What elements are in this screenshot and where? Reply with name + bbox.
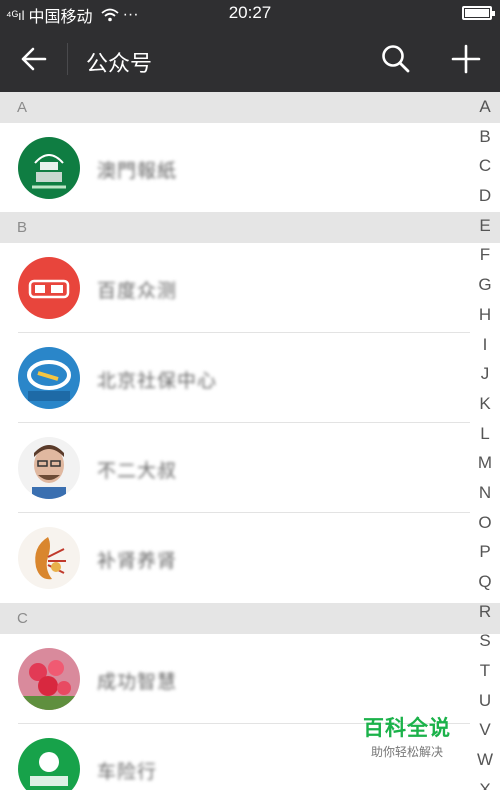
status-bar: ⁴ᴳıl 中国移动 ··· 20:27 [0, 0, 500, 26]
account-name: 不二大叔 [97, 461, 178, 482]
list-item[interactable]: 成功智慧 [0, 634, 500, 724]
account-name: 补肾养肾 [97, 551, 178, 572]
index-letter-d[interactable]: D [470, 181, 500, 211]
arrow-left-icon [21, 47, 47, 71]
watermark-logo: 百科全说 [363, 717, 451, 740]
index-letter-a[interactable]: A [470, 92, 500, 122]
index-letter-x[interactable]: X [470, 775, 500, 790]
list-item[interactable]: 百度众测 [0, 243, 500, 333]
section-header: C [0, 603, 500, 634]
index-letter-n[interactable]: N [470, 478, 500, 508]
avatar [18, 437, 80, 499]
list-item[interactable]: 澳門報紙 [0, 123, 500, 212]
section-b: B 百度众测 北京社保中心 不二大叔 补肾养肾 [0, 212, 500, 603]
index-letter-v[interactable]: V [470, 715, 500, 745]
index-letter-p[interactable]: P [470, 537, 500, 567]
index-letter-j[interactable]: J [470, 359, 500, 389]
account-name: 北京社保中心 [97, 371, 218, 392]
section-a: A 澳門報紙 [0, 92, 500, 212]
index-letter-h[interactable]: H [470, 300, 500, 330]
index-letter-t[interactable]: T [470, 656, 500, 686]
index-letter-c[interactable]: C [470, 151, 500, 181]
list-item[interactable]: 北京社保中心 [0, 333, 500, 423]
back-button[interactable] [14, 39, 54, 79]
official-accounts-list: A 澳門報紙 B 百度众测 北京社保中心 不二大叔 补肾养肾 C 成功智慧 车险… [0, 92, 500, 790]
list-item[interactable]: 不二大叔 [0, 423, 500, 513]
index-letter-g[interactable]: G [470, 270, 500, 300]
index-letter-r[interactable]: R [470, 597, 500, 627]
search-icon [382, 45, 410, 73]
nav-bar: 公众号 [0, 26, 500, 92]
list-item[interactable]: 补肾养肾 [0, 513, 500, 603]
search-button[interactable] [376, 39, 416, 79]
account-name: 成功智慧 [97, 672, 178, 693]
avatar [18, 527, 80, 589]
index-letter-w[interactable]: W [470, 745, 500, 775]
index-letter-f[interactable]: F [470, 240, 500, 270]
avatar [18, 347, 80, 409]
battery-icon [462, 6, 495, 20]
avatar [18, 137, 80, 199]
account-name: 车险行 [97, 762, 158, 783]
status-time: 20:27 [228, 3, 272, 22]
nav-divider [67, 43, 68, 75]
watermark-subtitle: 助你轻松解决 [370, 745, 443, 759]
plus-icon [451, 44, 481, 74]
page-title: 公众号 [86, 51, 153, 76]
index-letter-q[interactable]: Q [470, 567, 500, 597]
avatar [18, 257, 80, 319]
section-header: B [0, 212, 500, 243]
avatar [18, 738, 80, 790]
index-letter-m[interactable]: M [470, 448, 500, 478]
index-letter-k[interactable]: K [470, 389, 500, 419]
index-letter-e[interactable]: E [470, 211, 500, 241]
index-letter-u[interactable]: U [470, 686, 500, 716]
account-name: 澳門報紙 [97, 161, 178, 182]
alphabet-index[interactable]: ABCDEFGHIJKLMNOPQRSTUVWX [470, 92, 500, 790]
account-name: 百度众测 [97, 281, 178, 302]
index-letter-b[interactable]: B [470, 122, 500, 152]
index-letter-o[interactable]: O [470, 508, 500, 538]
avatar [18, 648, 80, 710]
section-header: A [0, 92, 500, 123]
index-letter-s[interactable]: S [470, 626, 500, 656]
section-c: C 成功智慧 车险行 [0, 603, 500, 790]
watermark: 百科全说 助你轻松解决 [352, 712, 462, 760]
add-button[interactable] [446, 39, 486, 79]
index-letter-l[interactable]: L [470, 419, 500, 449]
index-letter-i[interactable]: I [470, 330, 500, 360]
